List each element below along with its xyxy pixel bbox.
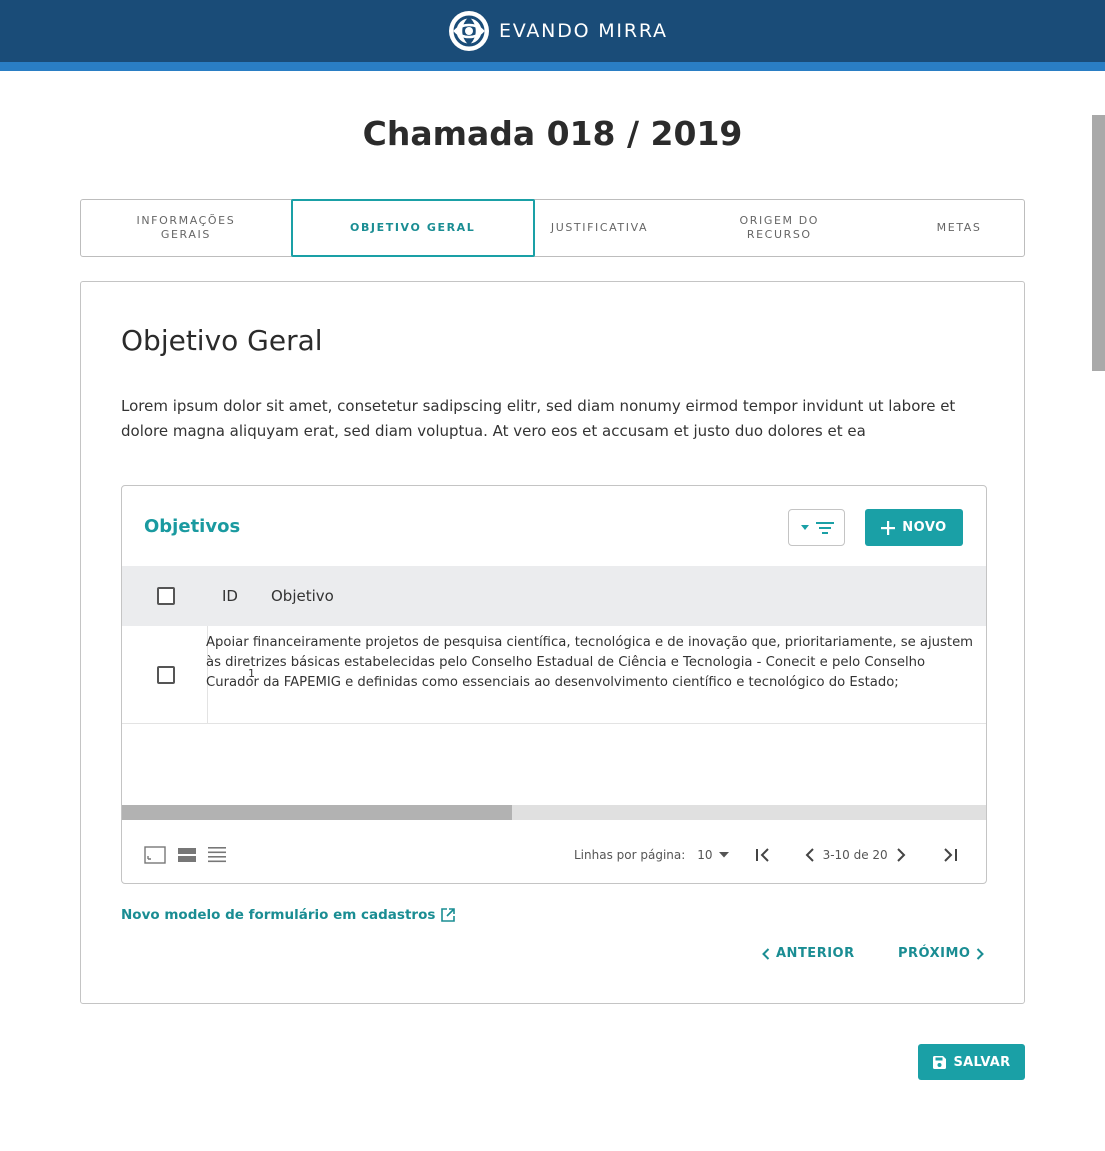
new-button-label: NOVO [902, 520, 947, 535]
save-icon [932, 1055, 946, 1069]
objetivo-geral-card: Objetivo Geral Lorem ipsum dolor sit ame… [80, 281, 1025, 1004]
tab-metas[interactable]: METAS [894, 200, 1024, 256]
horizontal-scrollbar-thumb[interactable] [122, 805, 512, 820]
plus-icon [881, 520, 896, 535]
pagination: Linhas por página: 10 3-10 de 20 [574, 844, 958, 866]
tab-origem-do-recurso[interactable]: ORIGEM DO RECURSO [664, 200, 894, 256]
section-description: Lorem ipsum dolor sit amet, consetetur s… [121, 397, 956, 440]
table-header: ID Objetivo [122, 566, 986, 626]
filter-icon [815, 521, 834, 534]
brand-name: EVANDO MIRRA [499, 20, 668, 42]
tab-objetivo-geral[interactable]: OBJETIVO GERAL [290, 199, 535, 257]
table-title: Objetivos [144, 516, 241, 537]
brand[interactable]: EVANDO MIRRA [448, 10, 668, 52]
table-row[interactable]: 1 Apoiar financeiramente projetos de pes… [122, 626, 986, 724]
column-header-objetivo[interactable]: Objetivo [271, 587, 334, 605]
last-page-icon[interactable] [942, 848, 958, 862]
previous-button-label: ANTERIOR [776, 946, 855, 961]
row-objetivo: Apoiar financeiramente projetos de pesqu… [206, 635, 974, 690]
filter-button[interactable] [788, 509, 845, 546]
chevron-left-icon [762, 947, 770, 960]
page-scrollbar[interactable] [1092, 115, 1105, 371]
new-button[interactable]: NOVO [865, 509, 963, 546]
evando-mirra-logo-icon [449, 11, 489, 51]
header-accent-strip [0, 62, 1105, 71]
next-button[interactable]: PRÓXIMO [898, 946, 985, 961]
column-header-id[interactable]: ID [222, 587, 238, 605]
chevron-down-icon[interactable] [718, 852, 729, 858]
tab-bar: INFORMAÇÕES GERAIS OBJETIVO GERAL JUSTIF… [80, 199, 1025, 257]
next-button-label: PRÓXIMO [898, 946, 971, 961]
tab-justificativa[interactable]: JUSTIFICATIVA [535, 200, 665, 256]
objetivos-table: Objetivos NOVO ID Objetivo 1 Apoiar fina… [121, 485, 987, 884]
form-model-link-label: Novo modelo de formulário em cadastros [121, 907, 436, 923]
rows-per-page-select[interactable]: 10 [697, 848, 712, 862]
top-header-bar: EVANDO MIRRA [0, 0, 1105, 71]
horizontal-scrollbar[interactable] [122, 805, 986, 820]
density-controls [144, 846, 226, 864]
density-compact-icon[interactable] [208, 847, 226, 863]
chevron-right-icon [977, 947, 985, 960]
previous-page-icon[interactable] [805, 848, 815, 862]
tab-informacoes-gerais[interactable]: INFORMAÇÕES GERAIS [81, 200, 291, 256]
rows-per-page-label: Linhas por página: [574, 848, 686, 862]
density-comfortable-icon[interactable] [178, 848, 196, 862]
page-title: Chamada 018 / 2019 [362, 114, 743, 153]
caret-down-icon [800, 524, 809, 530]
previous-button[interactable]: ANTERIOR [762, 946, 855, 961]
next-page-icon[interactable] [896, 848, 906, 862]
page-range: 3-10 de 20 [822, 848, 888, 862]
fullscreen-icon[interactable] [144, 846, 166, 864]
first-page-icon[interactable] [755, 848, 771, 862]
form-model-link[interactable]: Novo modelo de formulário em cadastros [121, 907, 456, 923]
section-title: Objetivo Geral [121, 324, 323, 357]
external-link-icon [441, 908, 456, 922]
select-all-checkbox[interactable] [157, 587, 175, 605]
save-button[interactable]: SALVAR [918, 1044, 1025, 1080]
save-button-label: SALVAR [953, 1054, 1011, 1070]
row-checkbox[interactable] [157, 666, 175, 684]
